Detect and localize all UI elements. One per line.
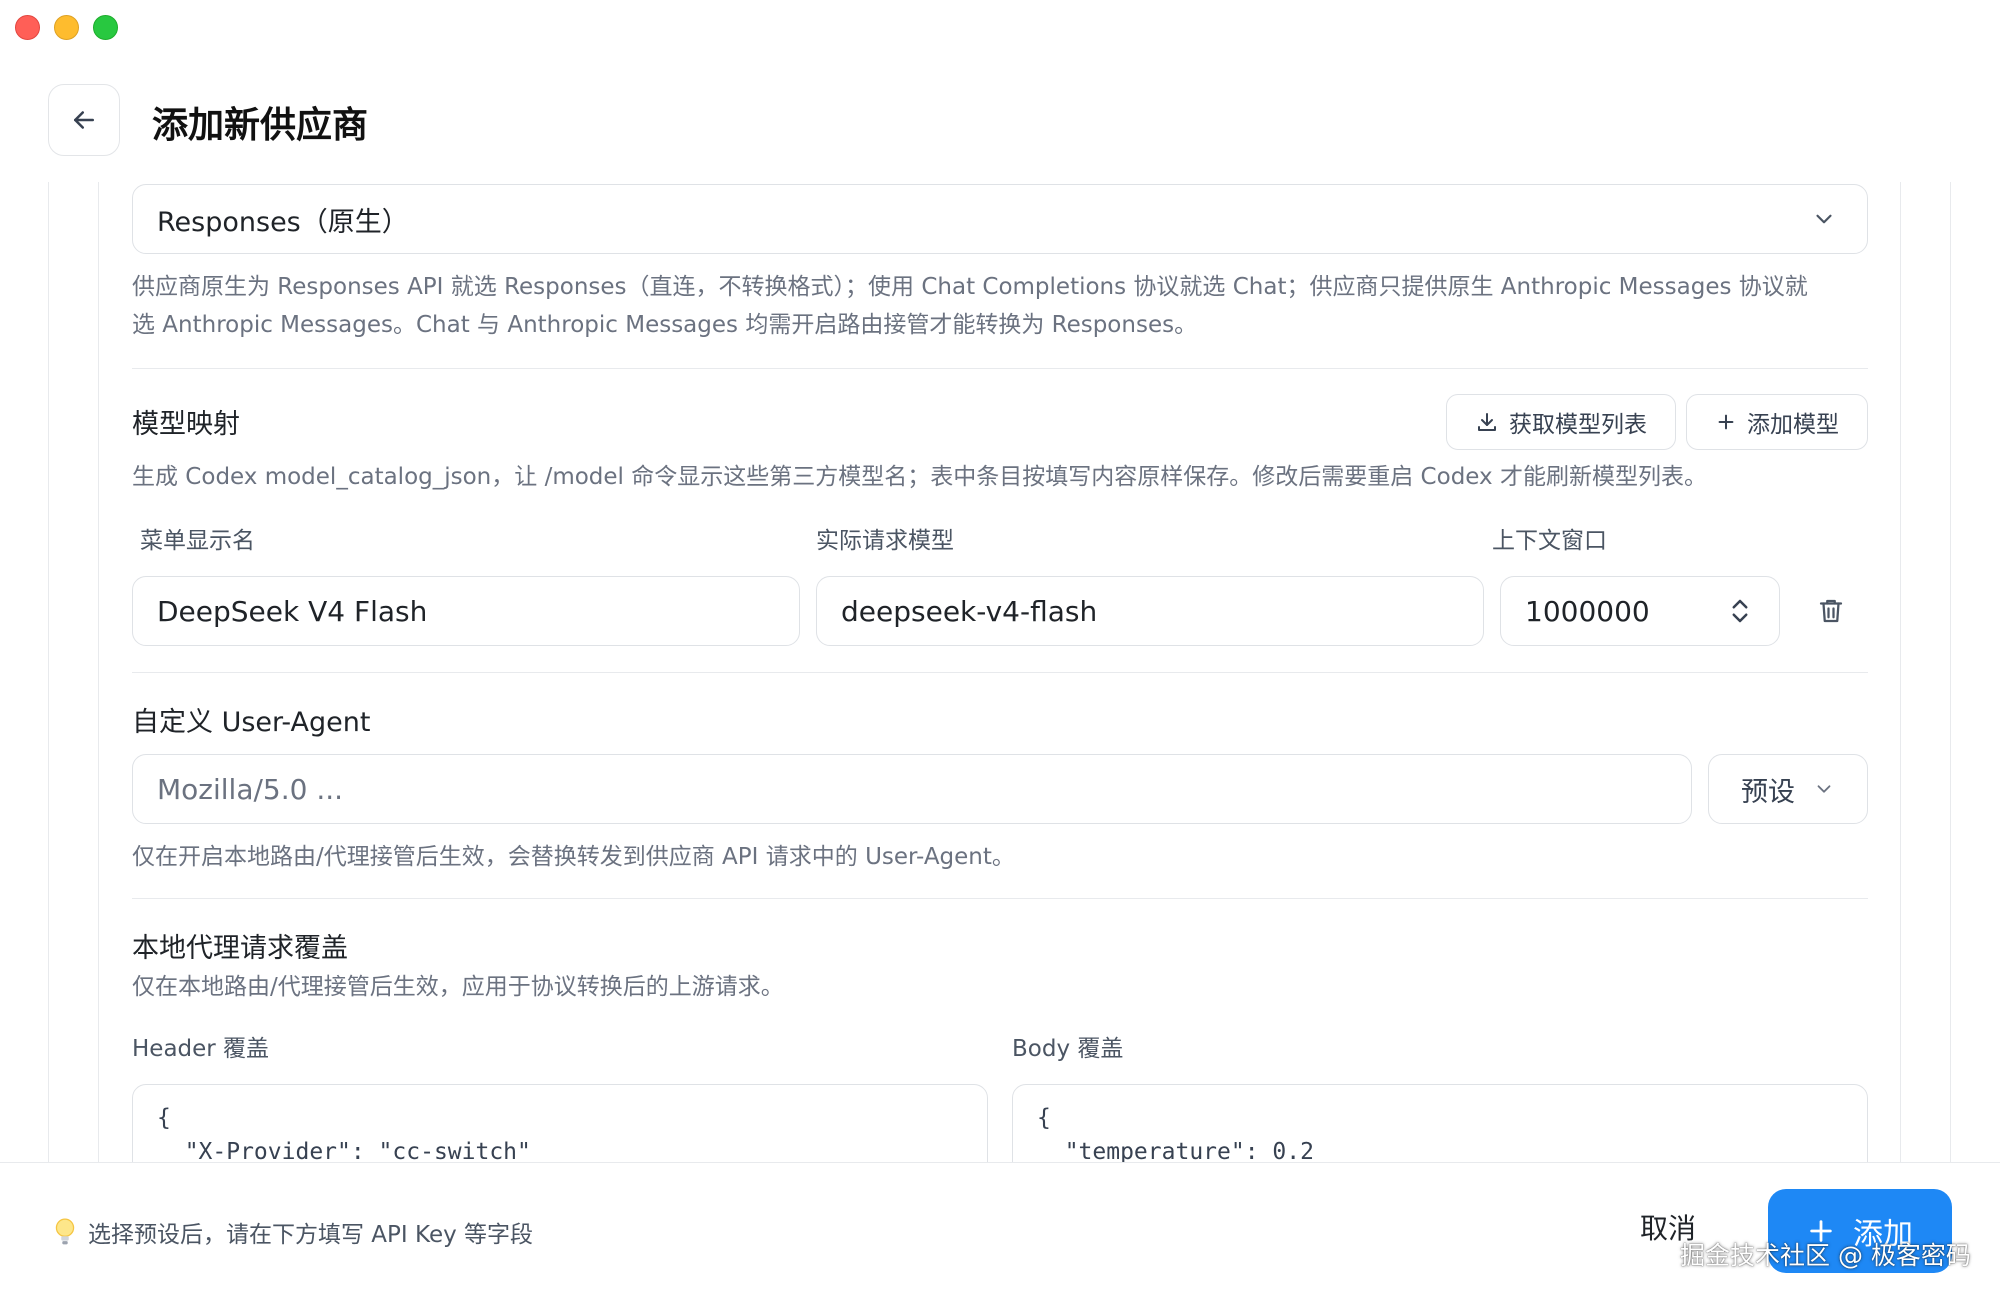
api-format-select[interactable]: Responses（原生）: [132, 184, 1868, 254]
footer-bar: 选择预设后，请在下方填写 API Key 等字段 取消 添加: [0, 1162, 2000, 1300]
header-code-line: {: [157, 1105, 171, 1131]
window-controls: [15, 15, 118, 40]
fetch-models-label: 获取模型列表: [1509, 412, 1647, 438]
body-code-line: {: [1037, 1105, 1051, 1131]
display-name-value: DeepSeek V4 Flash: [157, 594, 428, 628]
zoom-window-button[interactable]: [93, 15, 118, 40]
lightbulb-icon: [55, 1218, 75, 1245]
user-agent-placeholder: Mozilla/5.0 ...: [157, 772, 344, 806]
minimize-window-button[interactable]: [54, 15, 79, 40]
plus-icon: [1718, 414, 1734, 430]
add-model-label: 添加模型: [1747, 412, 1839, 438]
back-button[interactable]: [48, 84, 120, 156]
user-agent-hint: 仅在开启本地路由/代理接管后生效，会替换转发到供应商 API 请求中的 User…: [132, 844, 1015, 870]
model-mapping-hint: 生成 Codex model_catalog_json，让 /model 命令显…: [132, 464, 1707, 490]
user-agent-title: 自定义 User-Agent: [132, 707, 371, 738]
override-hint: 仅在本地路由/代理接管后生效，应用于协议转换后的上游请求。: [132, 974, 784, 1000]
page-title: 添加新供应商: [152, 105, 369, 146]
body-override-editor[interactable]: { "temperature": 0.2: [1012, 1084, 1868, 1162]
api-format-value: Responses（原生）: [157, 206, 409, 238]
column-context-window: 上下文窗口: [1492, 528, 1607, 554]
footer-hint-text: 选择预设后，请在下方填写 API Key 等字段: [88, 1222, 534, 1248]
api-format-hint-line1: 供应商原生为 Responses API 就选 Responses（直连，不转换…: [132, 274, 1808, 300]
back-arrow-icon: [74, 111, 94, 129]
display-name-input[interactable]: DeepSeek V4 Flash: [132, 576, 800, 646]
form-left-edge: [98, 182, 99, 1162]
download-icon: [1478, 413, 1496, 431]
footer-hint: 选择预设后，请在下方填写 API Key 等字段: [54, 1215, 533, 1249]
form-scroll-area[interactable]: Responses（原生） 供应商原生为 Responses API 就选 Re…: [132, 182, 1868, 1162]
spinner-updown-icon[interactable]: [1729, 596, 1751, 626]
divider: [132, 368, 1868, 369]
panel-right-edge: [1950, 182, 1951, 1162]
chevron-down-icon: [1816, 214, 1832, 224]
context-window-input[interactable]: 1000000: [1500, 576, 1780, 646]
trash-icon: [1819, 599, 1843, 623]
divider: [132, 898, 1868, 899]
context-window-value: 1000000: [1525, 594, 1650, 628]
header-override-label: Header 覆盖: [132, 1036, 270, 1062]
fetch-models-button[interactable]: 获取模型列表: [1446, 394, 1676, 450]
body-code-line: "temperature": 0.2: [1037, 1139, 1314, 1162]
add-model-button[interactable]: 添加模型: [1686, 394, 1868, 450]
watermark: 掘金技术社区 @ 极客密码: [1680, 1241, 1971, 1270]
body-override-label: Body 覆盖: [1012, 1036, 1124, 1062]
column-request-model: 实际请求模型: [816, 528, 954, 554]
delete-model-button[interactable]: [1814, 594, 1848, 628]
api-format-hint-line2: 选 Anthropic Messages。Chat 与 Anthropic Me…: [132, 312, 1198, 338]
user-agent-preset-select[interactable]: 预设: [1708, 754, 1868, 824]
chevron-down-icon: [1817, 785, 1831, 793]
close-window-button[interactable]: [15, 15, 40, 40]
user-agent-input[interactable]: Mozilla/5.0 ...: [132, 754, 1692, 824]
override-title: 本地代理请求覆盖: [132, 933, 348, 964]
form-right-edge: [1900, 182, 1901, 1162]
panel-left-edge: [48, 182, 49, 1162]
header-override-editor[interactable]: { "X-Provider": "cc-switch": [132, 1084, 988, 1162]
preset-label: 预设: [1741, 776, 1795, 808]
column-display-name: 菜单显示名: [140, 528, 255, 554]
request-model-value: deepseek-v4-flash: [841, 594, 1098, 628]
request-model-input[interactable]: deepseek-v4-flash: [816, 576, 1484, 646]
model-mapping-title: 模型映射: [132, 409, 240, 440]
divider: [132, 672, 1868, 673]
header-code-line: "X-Provider": "cc-switch": [157, 1139, 531, 1162]
